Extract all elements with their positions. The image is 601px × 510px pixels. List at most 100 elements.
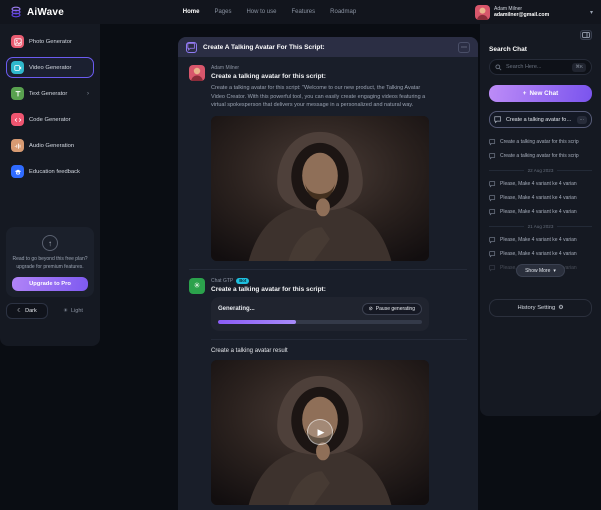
- result-label: Create a talking avatar result: [211, 348, 467, 354]
- chat-item-menu-button[interactable]: ⋯: [577, 116, 588, 124]
- upgrade-card: ↑ Read to go beyond this free plan? upgr…: [6, 227, 94, 297]
- avatar: [475, 5, 490, 20]
- gear-icon: ⚙: [558, 305, 563, 311]
- chat-icon: [489, 195, 496, 202]
- nav-home[interactable]: Home: [183, 9, 200, 15]
- pause-label: Pause generating: [376, 306, 415, 312]
- history-item[interactable]: Please, Make 4 variant ke 4 varian: [489, 191, 592, 205]
- theme-toggle: ☾ Dark ☀ Light: [6, 303, 94, 319]
- user-message-title: Create a talking avatar for this script:: [211, 73, 467, 80]
- search-shortcut-badge: ⌘K: [572, 63, 586, 72]
- pause-generating-button[interactable]: ⊘ Pause generating: [362, 303, 422, 315]
- bot-avatar-icon: ✳: [189, 278, 205, 294]
- show-more-label: Show More: [525, 268, 550, 274]
- user-message-body: Create a talking avatar for this script:…: [211, 84, 429, 110]
- bot-message-author: Chat GTP: [211, 278, 233, 284]
- chat-icon: [489, 251, 496, 258]
- chat-icon: [489, 237, 496, 244]
- generation-progress-fill: [218, 320, 296, 324]
- chat-header: Create A Talking Avatar For This Script:…: [178, 37, 478, 57]
- sidebar-item-education-feedback[interactable]: Education feedback: [6, 161, 94, 182]
- user-message: Adam Milner Create a talking avatar for …: [189, 65, 467, 261]
- chat-history-list: Create a talking avatar for this scrip C…: [489, 135, 592, 277]
- search-input[interactable]: [506, 64, 568, 70]
- sun-icon: ☀: [63, 308, 68, 314]
- upgrade-arrow-icon: ↑: [42, 235, 58, 251]
- chat-header-menu-button[interactable]: ⋯: [458, 42, 470, 53]
- history-item[interactable]: Please, Make 4 variant ke 4 varian: [489, 247, 592, 261]
- history-item[interactable]: Create a talking avatar for this scrip: [489, 135, 592, 149]
- nav-how-to-use[interactable]: How to use: [246, 9, 276, 15]
- dark-mode-button[interactable]: ☾ Dark: [6, 303, 48, 319]
- top-nav: Home Pages How to use Features Roadmap: [183, 9, 356, 15]
- new-chat-button[interactable]: + New Chat: [489, 85, 592, 102]
- new-chat-label: New Chat: [529, 90, 558, 97]
- history-item[interactable]: Please, Make 4 variant ke 4 varian: [489, 205, 592, 219]
- history-item[interactable]: Create a talking avatar for this scrip: [489, 149, 592, 163]
- generating-label: Generating...: [218, 306, 255, 312]
- search-box: ⌘K: [489, 59, 592, 75]
- chat-icon: [489, 139, 496, 146]
- show-more-button[interactable]: Show More ▾: [516, 264, 565, 277]
- left-sidebar: Photo Generator Video Generator Text Gen…: [0, 24, 100, 346]
- chat-icon: [494, 116, 502, 124]
- sidebar-item-video-generator[interactable]: Video Generator: [6, 57, 94, 78]
- play-icon: ▶: [318, 427, 325, 438]
- nav-roadmap[interactable]: Roadmap: [330, 9, 356, 15]
- upgrade-message: Read to go beyond this free plan? upgrad…: [12, 256, 88, 271]
- aiwave-logo-icon: [10, 6, 22, 18]
- video-generator-icon: [11, 61, 24, 74]
- history-item[interactable]: Please, Make 4 variant ke 4 varian: [489, 233, 592, 247]
- dark-label: Dark: [25, 308, 37, 314]
- brand[interactable]: AiWave: [10, 6, 64, 18]
- upgrade-to-pro-button[interactable]: Upgrade to Pro: [12, 277, 88, 291]
- history-date-divider: 22 Aug 2023: [489, 163, 592, 177]
- light-mode-button[interactable]: ☀ Light: [52, 303, 94, 319]
- user-avatar: [189, 65, 205, 81]
- text-generator-icon: [11, 87, 24, 100]
- app-window: AiWave Home Pages How to use Features Ro…: [0, 0, 601, 510]
- nav-features[interactable]: Features: [291, 9, 315, 15]
- chat-panel: Create A Talking Avatar For This Script:…: [178, 37, 478, 510]
- profile-menu[interactable]: Adam Milner adamilner@gmail.com ▾: [475, 5, 593, 20]
- generation-progress-bar: [218, 320, 422, 324]
- result-video: ▶: [211, 360, 429, 505]
- chevron-right-icon: ›: [87, 91, 89, 97]
- sidebar-item-text-generator[interactable]: Text Generator ›: [6, 83, 94, 104]
- sidebar-item-label: Code Generator: [29, 117, 89, 123]
- profile-email: adamilner@gmail.com: [494, 12, 586, 19]
- bot-message: ✳ Chat GTP Bot Create a talking avatar f…: [189, 278, 467, 510]
- profile-meta: Adam Milner adamilner@gmail.com: [494, 6, 586, 19]
- sidebar-item-label: Audio Generation: [29, 143, 89, 149]
- sidebar-item-photo-generator[interactable]: Photo Generator: [6, 31, 94, 52]
- play-button[interactable]: ▶: [307, 419, 333, 445]
- audio-generation-icon: [11, 139, 24, 152]
- education-feedback-icon: [11, 165, 24, 178]
- sidebar-item-code-generator[interactable]: Code Generator: [6, 109, 94, 130]
- pause-icon: ⊘: [369, 306, 373, 312]
- chevron-down-icon: ▾: [553, 268, 556, 274]
- chat-icon: [489, 209, 496, 216]
- light-label: Light: [71, 308, 83, 314]
- history-setting-button[interactable]: History Setting ⚙: [489, 299, 592, 317]
- active-chat-item[interactable]: Create a talking avatar for thi... ⋯: [489, 111, 592, 128]
- chevron-down-icon: ▾: [590, 9, 593, 16]
- sidebar-item-label: Photo Generator: [29, 39, 89, 45]
- nav-pages[interactable]: Pages: [214, 9, 231, 15]
- bot-message-title: Create a talking avatar for this script:: [211, 286, 467, 293]
- search-icon: [495, 64, 502, 71]
- avatar-photo: [211, 116, 429, 261]
- collapse-panel-icon[interactable]: [580, 30, 592, 40]
- sidebar-item-label: Video Generator: [29, 65, 89, 71]
- history-item[interactable]: Please, Make 4 variant ke 4 varian: [489, 177, 592, 191]
- history-setting-label: History Setting: [518, 305, 556, 311]
- sidebar-item-label: Education feedback: [29, 169, 89, 175]
- search-chat-title: Search Chat: [489, 46, 592, 53]
- sidebar-item-audio-generation[interactable]: Audio Generation: [6, 135, 94, 156]
- chat-icon: [489, 181, 496, 188]
- chat-body: Adam Milner Create a talking avatar for …: [178, 57, 478, 510]
- photo-generator-icon: [11, 35, 24, 48]
- message-divider: [189, 269, 467, 270]
- top-bar: AiWave Home Pages How to use Features Ro…: [0, 0, 601, 24]
- bot-badge: Bot: [236, 278, 249, 284]
